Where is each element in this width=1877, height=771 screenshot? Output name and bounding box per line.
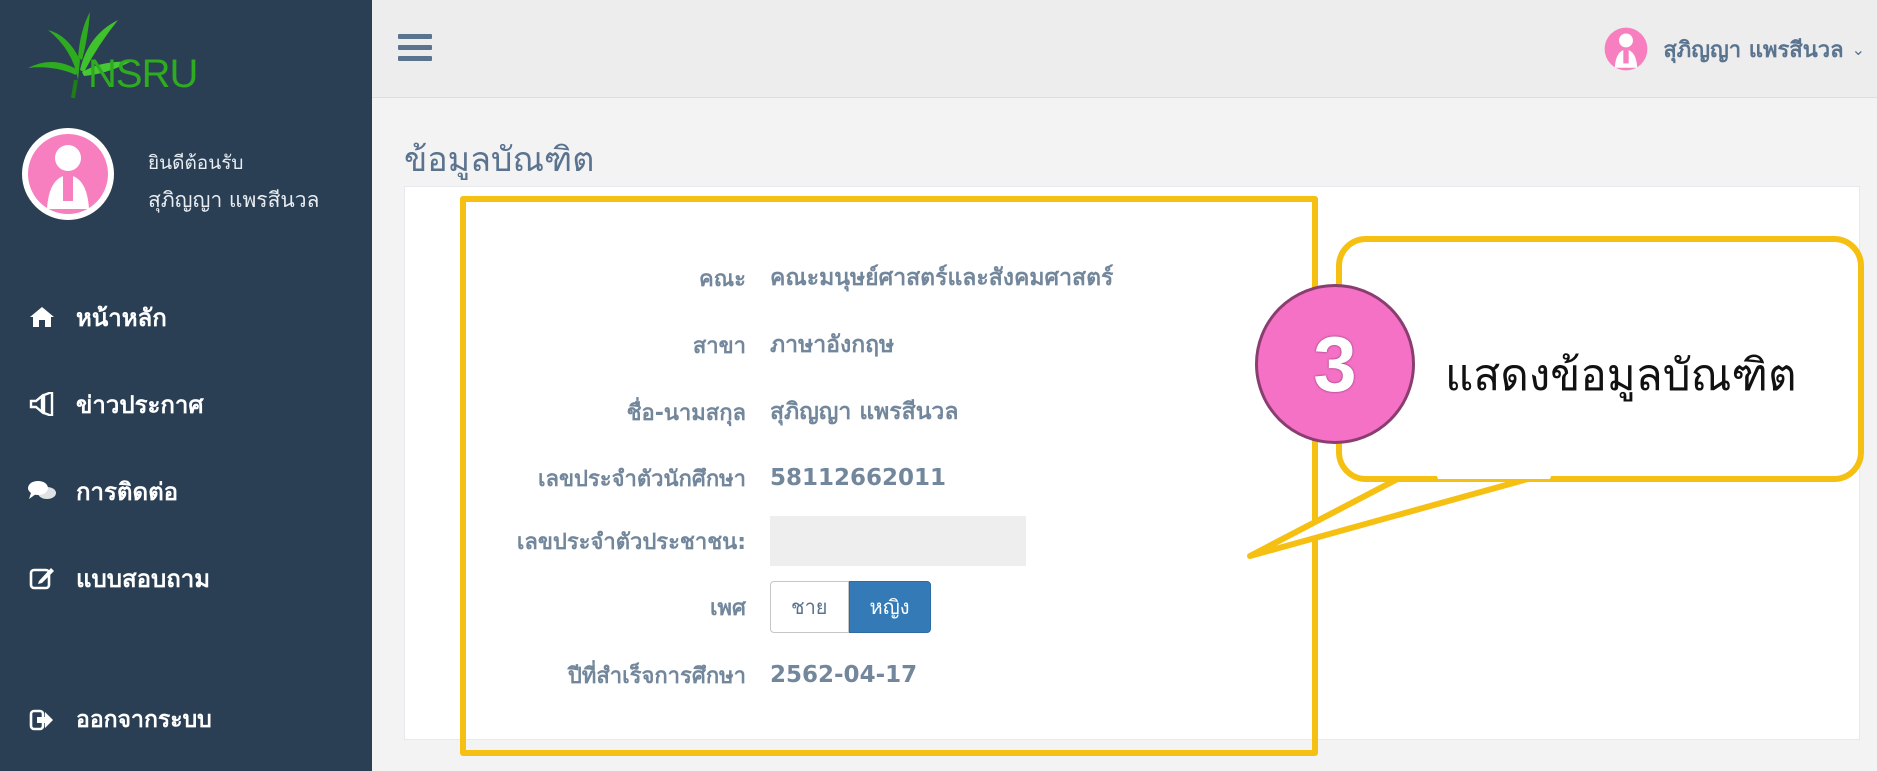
step-number: 3 — [1313, 319, 1357, 408]
topbar-user-name: สุภิญญา แพรสีนวล — [1663, 37, 1844, 63]
avatar — [22, 128, 114, 220]
top-navbar: สุภิญญา แพรสีนวล ⌄ — [372, 0, 1877, 98]
sidebar-item-label: หน้าหลัก — [76, 303, 167, 332]
page-title: ข้อมูลบัณฑิต — [404, 140, 595, 180]
sidebar-item-label: การติดต่อ — [76, 477, 179, 506]
chevron-down-icon: ⌄ — [1851, 39, 1865, 59]
sign-out-icon — [26, 706, 58, 734]
sidebar-item-contact[interactable]: การติดต่อ — [26, 471, 178, 511]
hamburger-line — [398, 56, 432, 61]
bullhorn-icon — [26, 390, 58, 418]
home-icon — [26, 303, 58, 331]
female-user-icon — [1604, 27, 1648, 71]
highlight-frame — [460, 196, 1318, 756]
menu-toggle-button[interactable] — [398, 34, 432, 62]
welcome-text: ยินดีต้อนรับ — [148, 152, 244, 174]
sidebar-user-name: สุภิญญา แพรสีนวล — [148, 188, 320, 212]
sidebar-item-home[interactable]: หน้าหลัก — [26, 297, 167, 337]
sidebar: NSRU ยินดีต้อนรับ สุภิญญา แพรสีนวล หน้าห… — [0, 0, 372, 771]
logout-label: ออกจากระบบ — [76, 707, 212, 733]
step-badge: 3 — [1255, 284, 1415, 444]
hamburger-icon — [398, 34, 432, 39]
female-user-icon — [28, 134, 108, 214]
callout-text: แสดงข้อมูลบัณฑิต — [1445, 350, 1797, 401]
hamburger-line — [398, 45, 432, 50]
sidebar-item-news[interactable]: ข่าวประกาศ — [26, 384, 204, 424]
edit-icon — [26, 564, 58, 592]
sidebar-item-label: แบบสอบถาม — [76, 564, 211, 593]
comments-icon — [26, 477, 58, 505]
sidebar-item-survey[interactable]: แบบสอบถาม — [26, 558, 210, 598]
user-dropdown[interactable]: สุภิญญา แพรสีนวล ⌄ — [1603, 26, 1865, 72]
sidebar-item-label: ข่าวประกาศ — [76, 390, 204, 419]
nsru-logo[interactable]: NSRU — [18, 10, 218, 100]
logout-button[interactable]: ออกจากระบบ — [26, 700, 212, 740]
logo-text: NSRU — [88, 52, 198, 96]
